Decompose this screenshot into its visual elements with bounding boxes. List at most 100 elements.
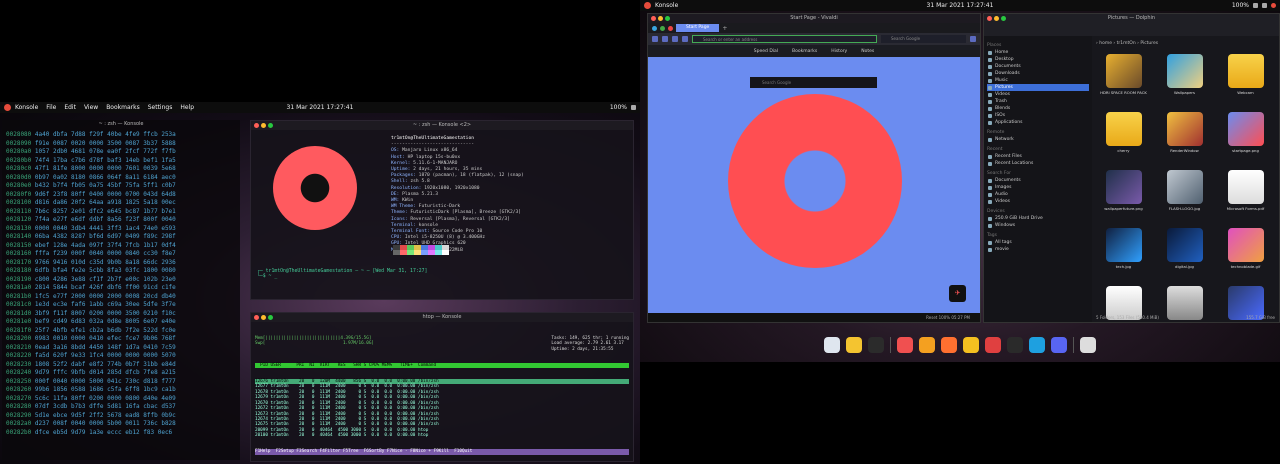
power-icon[interactable]	[1271, 3, 1276, 8]
breadcrumb[interactable]: › home › tr1mtOn › Pictures	[1096, 41, 1158, 46]
dock-app-icon[interactable]	[897, 337, 913, 353]
sidebar-item[interactable]: Recent Locations	[987, 160, 1089, 167]
file-item[interactable]: Webcam	[1218, 54, 1273, 104]
dock-app-icon[interactable]	[963, 337, 979, 353]
sidebar-item[interactable]: movie	[987, 246, 1089, 253]
close-button[interactable]	[254, 315, 259, 320]
dolphin-file-manager-window[interactable]: Pictures — Dolphin Places Home Desktop Docu…	[983, 13, 1280, 323]
reload-button[interactable]	[672, 36, 678, 42]
file-item[interactable]: wallpaperfuture.png	[1096, 170, 1151, 220]
sidebar-item[interactable]: Network	[987, 136, 1089, 143]
home-button[interactable]	[682, 36, 688, 42]
vivaldi-browser-window[interactable]: Start Page - Vivaldi Start Page + Search…	[647, 13, 981, 323]
sidebar-item[interactable]: Windows	[987, 222, 1089, 229]
sidebar-item[interactable]: Blends	[987, 105, 1089, 112]
sidebar-item[interactable]: Recent Files	[987, 153, 1089, 160]
tab-start-page[interactable]: Start Page	[676, 24, 720, 32]
extensions-button[interactable]	[970, 36, 976, 42]
battery-icon[interactable]	[631, 105, 636, 110]
pinned-tab-icon[interactable]	[660, 25, 665, 31]
dock-app-icon[interactable]	[824, 337, 840, 353]
wifi-icon[interactable]	[1253, 3, 1258, 8]
sidebar-item[interactable]: Videos	[987, 198, 1089, 205]
minimize-button[interactable]	[994, 16, 999, 21]
sidebar-item[interactable]: Music	[987, 77, 1089, 84]
dock-app-icon[interactable]	[846, 337, 862, 353]
pinned-tab-icon[interactable]	[668, 25, 673, 31]
back-button[interactable]	[652, 36, 658, 42]
sidebar-item[interactable]: Downloads	[987, 70, 1089, 77]
htop-terminal-window[interactable]: htop — Konsole Mem[|||||||||||||||||||||…	[250, 312, 634, 462]
menu-help[interactable]: Help	[180, 102, 194, 113]
sidebar-item[interactable]: Trash	[987, 98, 1089, 105]
file-item[interactable]: FLASH-LOGO.jpg	[1157, 170, 1212, 220]
dock-app-icon[interactable]	[1029, 337, 1045, 353]
menu-settings[interactable]: Settings	[148, 102, 173, 113]
sidebar-item[interactable]: Home	[987, 49, 1089, 56]
sidebar-item[interactable]: All tags	[987, 239, 1089, 246]
file-item[interactable]: technoblade.gif	[1218, 228, 1273, 278]
dock-app-icon[interactable]	[941, 337, 957, 353]
dock-app-icon[interactable]	[868, 337, 884, 353]
maximize-button[interactable]	[1001, 16, 1006, 21]
rocket-icon[interactable]: ✈	[949, 285, 966, 302]
menu-bookmarks[interactable]: Bookmarks	[106, 102, 140, 113]
dock-app-icon[interactable]	[1080, 337, 1096, 353]
maximize-button[interactable]	[268, 123, 273, 128]
sidebar-item[interactable]: Videos	[987, 91, 1089, 98]
dock-app-icon[interactable]	[985, 337, 1001, 353]
bookmarks-link[interactable]: Bookmarks	[792, 49, 817, 54]
close-button[interactable]	[987, 16, 992, 21]
process-row[interactable]: 20100 tr1mtOn 20 0 40464 4500 3000 S 0.0…	[255, 433, 629, 438]
sidebar-item[interactable]: Applications	[987, 119, 1089, 126]
sidebar-item[interactable]: Audio	[987, 191, 1089, 198]
neofetch-terminal-window[interactable]: ~ : zsh — Konsole <2> tr1mtOn@TheUltimat…	[250, 120, 634, 300]
menu-edit[interactable]: Edit	[64, 102, 76, 113]
process-table-header[interactable]: PID USER PRI NI VIRT RES SHR S CPU% MEM%…	[255, 362, 629, 369]
speed-dial-search[interactable]: Search Google	[750, 77, 877, 88]
address-bar[interactable]: Search or enter an address	[692, 35, 877, 43]
konsole-app-icon[interactable]	[4, 104, 11, 111]
file-item[interactable]: Microsoft Forms.pdf	[1218, 170, 1273, 220]
clock[interactable]: 31 Mar 2021 17:27:41	[287, 102, 354, 113]
sidebar-item[interactable]: ISOs	[987, 112, 1089, 119]
sidebar-item[interactable]: Documents	[987, 63, 1089, 70]
sidebar-item[interactable]: Pictures	[987, 84, 1089, 91]
vivaldi-menu-icon[interactable]	[652, 25, 657, 31]
shell-prompt[interactable]: ┌─ tr1mtOn@TheUltimateGamestation — ~ — …	[257, 269, 427, 279]
close-button[interactable]	[651, 16, 656, 21]
hexdump-terminal-window[interactable]: ~ : zsh — Konsole 0028080 4a40 dbfa 7d88…	[2, 120, 240, 460]
notes-link[interactable]: Notes	[861, 49, 874, 54]
maximize-button[interactable]	[268, 315, 273, 320]
sidebar-item[interactable]: Desktop	[987, 56, 1089, 63]
clock[interactable]: 31 Mar 2021 17:27:41	[927, 0, 994, 11]
volume-icon[interactable]	[1262, 3, 1267, 8]
file-item[interactable]: RenderWindow	[1157, 112, 1212, 162]
dock-app-icon[interactable]	[1051, 337, 1067, 353]
dock-app-icon[interactable]	[919, 337, 935, 353]
sidebar-item[interactable]: Documents	[987, 177, 1089, 184]
sidebar-item[interactable]: 250.9 GiB Hard Drive	[987, 215, 1089, 222]
file-item[interactable]: digital.jpg	[1157, 228, 1212, 278]
minimize-button[interactable]	[658, 16, 663, 21]
file-item[interactable]: cherry	[1096, 112, 1151, 162]
history-link[interactable]: History	[831, 49, 847, 54]
forward-button[interactable]	[662, 36, 668, 42]
new-tab-button[interactable]: +	[722, 25, 727, 32]
close-button[interactable]	[254, 123, 259, 128]
menu-view[interactable]: View	[84, 102, 98, 113]
file-item[interactable]: startpage.png	[1218, 112, 1273, 162]
file-item[interactable]: Wallpapers	[1157, 54, 1212, 104]
search-field[interactable]: Search Google	[881, 35, 966, 43]
file-item[interactable]: tech.jpg	[1096, 228, 1151, 278]
file-item[interactable]: HDRI SPACE ROOM PACK	[1096, 54, 1151, 104]
dock-app-icon[interactable]	[1007, 337, 1023, 353]
minimize-button[interactable]	[261, 315, 266, 320]
function-key-bar[interactable]: F1Help F2Setup F3Search F4Filter F5Tree …	[255, 449, 629, 455]
menu-file[interactable]: File	[46, 102, 56, 113]
speed-dial-link[interactable]: Speed Dial	[754, 49, 778, 54]
maximize-button[interactable]	[665, 16, 670, 21]
sidebar-item[interactable]: Images	[987, 184, 1089, 191]
konsole-app-icon[interactable]	[644, 2, 651, 9]
minimize-button[interactable]	[261, 123, 266, 128]
